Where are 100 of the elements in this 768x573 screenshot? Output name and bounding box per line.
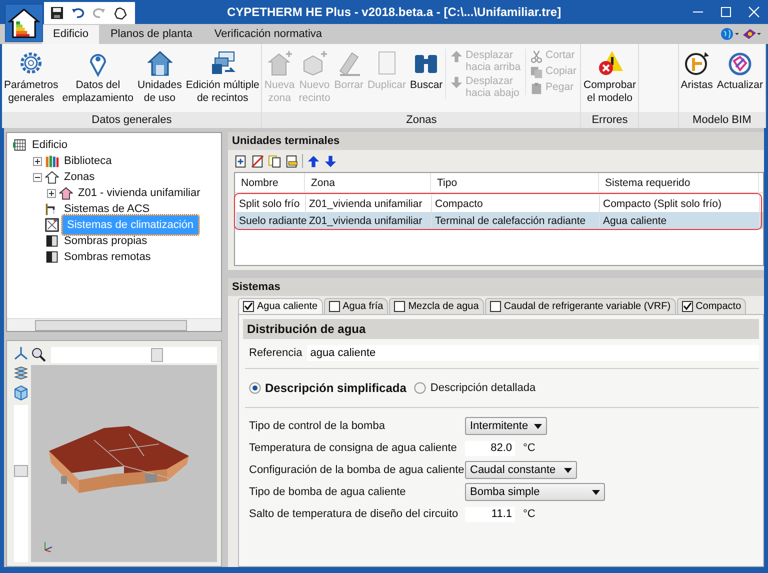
caret-icon [534,424,542,428]
shade-square-icon [45,234,59,248]
field-label: Temperatura de consigna de agua caliente [249,442,458,454]
system-tab[interactable]: Compacto [676,298,746,314]
number-field[interactable]: 11.1 [465,506,515,522]
ribbon-button[interactable]: Buscar [408,49,445,92]
reference-field[interactable]: agua caliente [307,345,759,361]
field-label: Referencia [249,347,302,359]
house-icon [59,186,73,200]
ribbon-button[interactable]: Aristas [678,49,715,92]
edges-icon [682,49,711,77]
field-label: Tipo de control de la bomba [249,420,386,432]
horizontal-scrollbar[interactable] [51,347,217,363]
dropdown[interactable]: Caudal constante [465,461,577,479]
up-arrow-icon [450,50,463,63]
horizontal-scrollbar[interactable] [7,318,221,331]
field-label: Salto de temperatura de diseño del circuito [249,508,460,520]
dropdown[interactable]: Intermitente [465,417,547,435]
checkbox[interactable] [328,301,340,312]
tree-item[interactable]: Sistemas de ACS [62,202,152,216]
copy-icon[interactable] [268,154,281,168]
dropdown[interactable]: Bomba simple [465,483,605,501]
undo-icon[interactable] [71,6,85,20]
ribbon-group-label: Datos generales [2,112,262,128]
vertical-scrollbar[interactable] [14,405,28,562]
house-outline-icon [45,170,59,184]
down-arrow-icon [450,76,463,89]
unit-label: °C [523,508,536,520]
copy-icon [530,66,543,79]
tree-item[interactable]: Zonas [62,170,97,184]
ribbon-button[interactable]: Comprobar el modelo [581,49,638,105]
down-arrow-icon[interactable] [324,154,337,168]
table-cell: Agua caliente [600,212,760,229]
unit-label: °C [523,442,536,454]
books-icon [45,154,59,168]
system-tab[interactable]: Caudal de refrigerante variable (VRF) [484,298,676,314]
up-arrow-icon[interactable] [307,154,320,168]
ribbon-button[interactable]: Datos del emplazamiento [60,49,136,105]
column-header[interactable]: Tipo [431,173,599,192]
expand-toggle-icon[interactable] [33,172,42,182]
column-header[interactable]: Zona [305,173,431,192]
window-title: CYPETHERM HE Plus - v2018.beta.a - [C:\...\Unifamiliar.tre] [227,5,562,19]
ribbon-group-label: Modelo BIM [678,112,765,128]
column-header[interactable]: Nombre [235,173,305,192]
tree-item[interactable]: Sombras remotas [62,250,153,264]
column-header[interactable]: Sistema requerido [599,173,759,192]
radio-label: Descripción detallada [430,382,536,394]
system-tab[interactable]: Mezcla de agua [389,298,484,314]
caret-icon [564,468,572,472]
number-field[interactable]: 82.0 [465,440,515,456]
panel-title: Unidades terminales [228,132,764,150]
tree-item[interactable]: Edificio [30,138,70,152]
ribbon-button[interactable]: Edición múltiple de recintos [184,49,262,105]
scissors-icon [530,50,543,63]
system-tab[interactable]: Agua caliente [238,298,323,314]
add-row-icon[interactable] [234,154,247,168]
building-grid-icon [13,138,27,152]
checkbox[interactable] [682,301,693,312]
delete-row-icon[interactable] [251,154,264,168]
cube-icon[interactable] [13,385,29,401]
table-row[interactable]: Suelo radiante Z01_vivienda unifamiliar Terminal de calefacción radiante Agua caliente [236,212,763,229]
section-title: Distribución de agua [243,319,759,339]
radio-button[interactable] [249,382,261,394]
box-plus-icon [300,49,329,77]
radio-button[interactable] [414,382,426,394]
table-cell: Terminal de calefacción radiante [432,212,600,229]
panel-title: Sistemas [228,278,764,296]
ribbon-group-label: Errores [581,112,638,128]
radio-option[interactable]: Descripción detallada [414,381,536,395]
expand-toggle-icon[interactable] [33,156,42,166]
ribbon-button[interactable]: Unidades de uso [135,49,184,105]
climate-unit-icon [45,218,59,232]
ribbon-tab[interactable]: Verificación normativa [203,25,334,44]
house-plus-icon [266,49,294,77]
app-logo-icon[interactable] [5,4,43,42]
checkbox[interactable] [490,301,501,312]
ribbon-tab[interactable]: Planos de planta [99,25,204,44]
edit-icon[interactable] [285,154,298,168]
field-label: Tipo de bomba de agua caliente [249,486,407,498]
layers-icon[interactable] [13,365,29,381]
house-icon [146,49,174,77]
ribbon-button[interactable]: Actualizar [714,49,765,92]
table-cell: Suelo radiante [236,212,306,229]
ribbon-button[interactable]: Parámetros generales [2,49,60,105]
system-tab[interactable]: Agua fría [324,298,388,314]
zoom-icon[interactable] [31,347,47,363]
globe-icon[interactable] [720,27,740,41]
expand-toggle-icon[interactable] [47,188,56,198]
checkbox[interactable] [394,301,406,312]
tree-item[interactable]: Sombras propias [62,234,150,248]
tree-item[interactable]: Z01 - vivienda unifamiliar [76,186,202,200]
ribbon-group-label: Zonas [262,112,580,128]
ribbon-tab[interactable]: Edificio [42,25,100,44]
tree-item[interactable]: Biblioteca [62,154,114,168]
paste-icon [530,82,543,95]
axes-icon[interactable] [13,345,29,361]
checkbox[interactable] [243,301,254,312]
save-icon[interactable] [50,6,64,20]
shade-square-icon [45,250,59,264]
field-label: Configuración de la bomba de agua caliente [249,464,465,476]
